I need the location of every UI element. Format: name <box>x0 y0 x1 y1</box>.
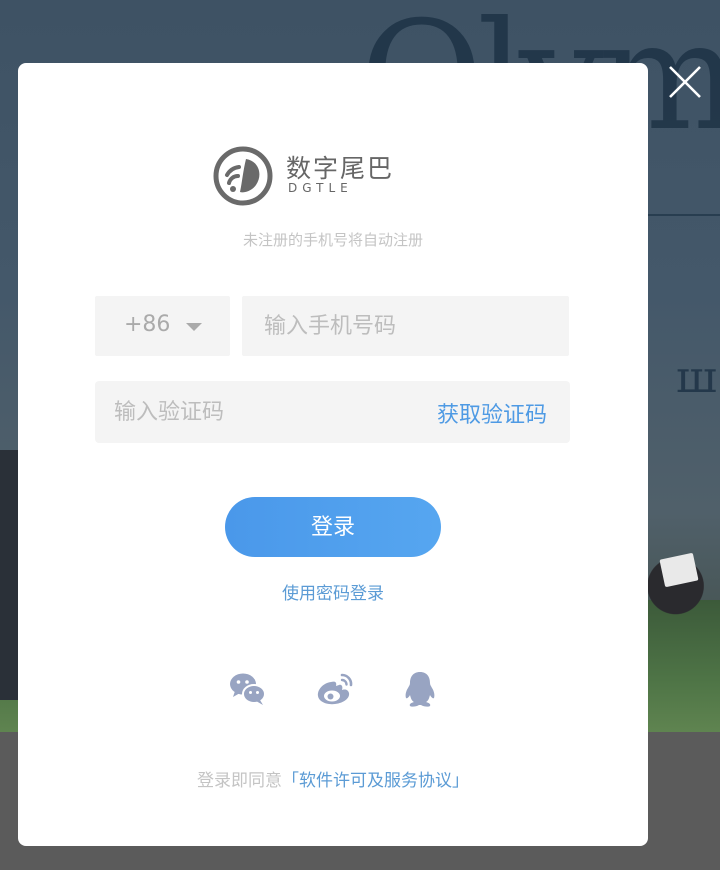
country-code-select[interactable]: +86 <box>95 296 230 356</box>
wechat-login-button[interactable] <box>228 669 268 709</box>
agreement-prefix: 登录即同意 <box>197 771 282 791</box>
password-login-link[interactable]: 使用密码登录 <box>18 579 648 604</box>
brand-name-en: DGTLE <box>288 181 353 195</box>
verification-code-row: 获取验证码 <box>95 381 570 443</box>
brand-logo-icon <box>213 146 273 206</box>
background-divider <box>640 214 720 216</box>
weibo-icon <box>317 673 353 705</box>
license-agreement-link[interactable]: 「软件许可及服务协议」 <box>282 771 469 791</box>
close-icon[interactable] <box>667 64 703 100</box>
wechat-icon <box>230 673 266 705</box>
agreement-text: 登录即同意「软件许可及服务协议」 <box>18 766 648 791</box>
background-side-text: ш <box>676 352 717 403</box>
weibo-login-button[interactable] <box>315 669 355 709</box>
auto-register-hint: 未注册的手机号将自动注册 <box>242 231 423 249</box>
qq-login-button[interactable] <box>400 669 440 709</box>
qq-icon <box>405 672 435 707</box>
brand-logo: 数字尾巴 DGTLE <box>213 145 403 207</box>
get-code-button[interactable]: 获取验证码 <box>437 397 547 429</box>
chevron-down-icon <box>186 323 202 331</box>
verification-code-input[interactable] <box>95 381 395 443</box>
brand-name-cn: 数字尾巴 <box>286 154 395 183</box>
country-code-value: +86 <box>124 312 171 337</box>
background-scooter-left <box>0 450 20 700</box>
login-button[interactable]: 登录 <box>225 497 441 557</box>
phone-input[interactable] <box>242 296 569 356</box>
login-modal: 数字尾巴 DGTLE 未注册的手机号将自动注册 +86 获取验证码 登录 使用密… <box>18 63 648 846</box>
